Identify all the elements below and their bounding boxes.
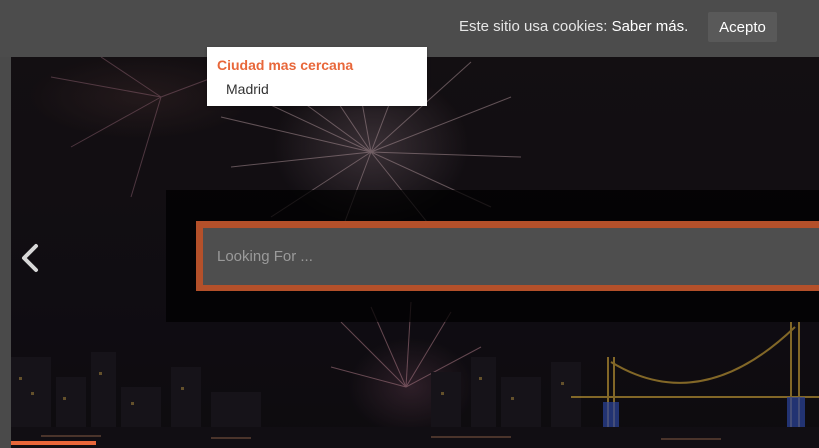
cookie-more-link[interactable]: Saber más.: [612, 18, 689, 35]
cookie-message-text: Este sitio usa cookies:: [459, 18, 608, 35]
nearest-city-popup: Ciudad mas cercana Madrid: [207, 47, 427, 106]
cookie-message: Este sitio usa cookies: Saber más.: [459, 18, 688, 35]
slider-prev-button[interactable]: [17, 240, 43, 276]
nearest-city-title: Ciudad mas cercana: [217, 57, 354, 73]
slider-progress-bar: [11, 441, 96, 445]
cookie-accept-button[interactable]: Acepto: [708, 12, 777, 42]
chevron-left-icon: [22, 244, 38, 272]
left-edge-strip: [0, 57, 11, 448]
city-option-madrid[interactable]: Madrid: [226, 81, 269, 97]
search-input[interactable]: [203, 228, 819, 285]
